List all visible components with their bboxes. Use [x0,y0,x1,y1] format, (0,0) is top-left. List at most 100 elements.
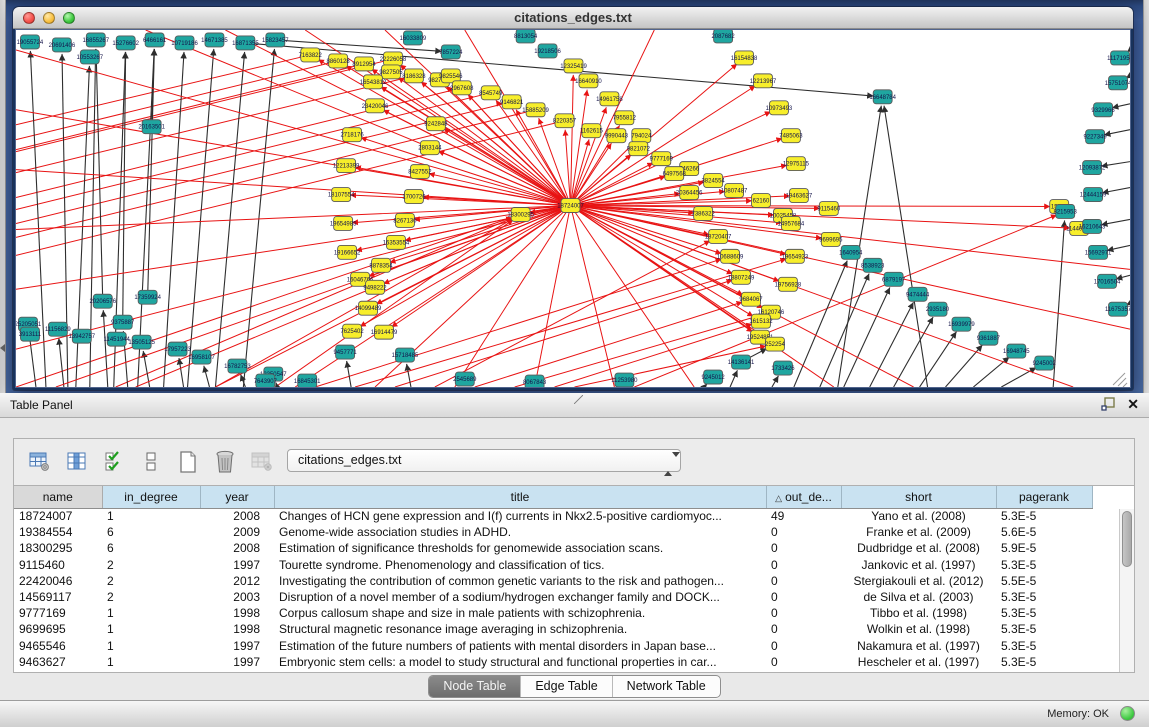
scrollbar-thumb[interactable] [1122,511,1132,567]
graph-node[interactable]: 2967608 [450,81,474,95]
graph-edge[interactable] [571,206,615,387]
table-row[interactable]: 1830029562008Estimation of significance … [14,540,1092,556]
graph-node[interactable]: 17359924 [134,290,161,304]
graph-node[interactable]: 2935180 [926,302,950,316]
graph-node[interactable]: 1615132 [749,314,773,328]
graph-node[interactable]: 2803144 [418,141,442,155]
graph-edge[interactable] [870,302,914,387]
graph-edge[interactable] [571,206,780,282]
graph-edge[interactable] [730,370,737,387]
tab-edge-table[interactable]: Edge Table [520,676,611,697]
table-row[interactable]: 1938455462009Genome-wide association stu… [14,524,1092,540]
graph-node[interactable]: 8878354 [369,258,393,272]
create-column-icon[interactable] [172,447,204,477]
column-header-year[interactable]: year [200,486,274,508]
network-window-titlebar[interactable]: citations_edges.txt [13,7,1133,29]
table-row[interactable]: 969969511998Structural magnetic resonanc… [14,621,1092,637]
graph-edge[interactable] [243,49,274,387]
graph-node[interactable]: 9457771 [333,345,357,359]
float-panel-icon[interactable] [1101,397,1115,411]
graph-node[interactable]: 11156829 [45,322,71,336]
table-chooser-dropdown[interactable]: citations_edges.txt [287,449,681,472]
graph-edge[interactable] [945,345,982,387]
graph-node[interactable]: 19463627 [786,189,813,203]
graph-node[interactable]: 11253980 [611,373,638,387]
column-header-pagerank[interactable]: pagerank [996,486,1092,508]
graph-node[interactable]: 2718176 [340,128,364,142]
graph-node[interactable]: 8545749 [479,86,503,100]
graph-node[interactable]: 1733426 [771,361,795,375]
column-header-in_degree[interactable]: in_degree [102,486,200,508]
graph-node[interactable]: 15751074 [1105,76,1130,90]
graph-node[interactable]: 16210643 [1079,219,1106,233]
graph-node[interactable]: 16948745 [1003,344,1030,358]
graph-node[interactable]: 6497568 [663,167,687,181]
graph-node[interactable]: 20364456 [676,186,703,200]
graph-edge[interactable] [920,332,957,387]
table-row[interactable]: 977716911998Corpus callosum shape and si… [14,605,1092,621]
tab-network-table[interactable]: Network Table [612,676,720,697]
table-options-icon[interactable] [24,447,56,477]
graph-node[interactable]: 794024 [631,129,652,143]
graph-node[interactable]: 18107554 [328,188,355,202]
graph-node[interactable]: 16640910 [575,74,602,88]
graph-node[interactable]: 9245002 [1033,356,1057,370]
graph-edge[interactable] [204,366,210,387]
table-row[interactable]: 946554611997Estimation of the future num… [14,638,1092,654]
select-column-icon[interactable] [61,447,93,477]
graph-node[interactable]: 16855267 [83,33,110,47]
graph-node[interactable]: 10973493 [766,101,793,115]
graph-node[interactable]: 3913111 [19,327,42,341]
graph-node[interactable]: 14671385 [201,33,228,47]
graph-node[interactable]: 7955812 [613,111,637,125]
graph-node[interactable]: 9242848 [424,117,448,131]
graph-node[interactable]: 8215953 [1054,205,1078,219]
graph-node[interactable]: 3824554 [701,174,725,188]
graph-edge[interactable] [772,376,778,387]
graph-node[interactable]: 15276602 [112,36,139,50]
canvas-resize-grip[interactable] [1123,383,1127,387]
graph-edge[interactable] [59,338,64,387]
graph-node[interactable]: 252254 [765,337,786,351]
graph-node[interactable]: 8912954 [352,57,376,71]
table-row[interactable]: 1456911722003Disruption of a novel membe… [14,589,1092,605]
graph-node[interactable]: 15823457 [262,33,289,47]
graph-node[interactable]: 8813054 [514,30,538,43]
graph-node[interactable]: 16648784 [869,90,896,104]
graph-node[interactable]: 2545689 [453,372,477,386]
graph-edge[interactable] [16,170,571,206]
graph-edge[interactable] [794,261,847,387]
graph-node[interactable]: 16939979 [948,317,975,331]
graph-edge[interactable] [16,61,338,140]
graph-node[interactable]: 9827505 [379,65,403,79]
graph-edge[interactable] [435,241,710,387]
graph-node[interactable]: 11171954 [1107,51,1130,65]
table-row[interactable]: 2242004622012Investigating the contribut… [14,573,1092,589]
left-splitter-strip[interactable] [0,0,6,393]
graph-node[interactable]: 20206576 [89,294,116,308]
graph-node[interactable]: 19055724 [17,35,44,49]
graph-node[interactable]: 8427552 [408,165,432,179]
graph-node[interactable]: 16871355 [232,36,259,50]
graph-node[interactable]: 8220357 [553,114,577,128]
graph-edge[interactable] [116,218,513,387]
network-graph[interactable]: 1872400718300295716382288601288912954222… [16,30,1130,387]
graph-edge[interactable] [535,206,571,387]
graph-edge[interactable] [820,274,869,387]
right-splitter-strip[interactable] [1143,0,1149,393]
graph-edge[interactable] [295,206,570,387]
graph-node[interactable]: 19166652 [334,245,361,259]
graph-node[interactable]: 17016504 [1094,274,1121,288]
graph-node[interactable]: 10807487 [721,184,748,198]
network-canvas[interactable]: 1872400718300295716382288601288912954222… [15,29,1131,388]
graph-node[interactable]: 9375887 [111,315,135,329]
graph-edge[interactable] [16,59,393,152]
graph-node[interactable]: 9777169 [650,152,674,166]
graph-node[interactable]: 9684067 [739,292,763,306]
graph-edge[interactable] [571,206,695,387]
column-header-short[interactable]: short [841,486,996,508]
graph-edge[interactable] [391,206,570,328]
graph-node[interactable]: 7857224 [439,45,463,59]
graph-node[interactable]: 16914479 [371,325,398,339]
canvas-resize-grip[interactable] [1113,373,1125,385]
